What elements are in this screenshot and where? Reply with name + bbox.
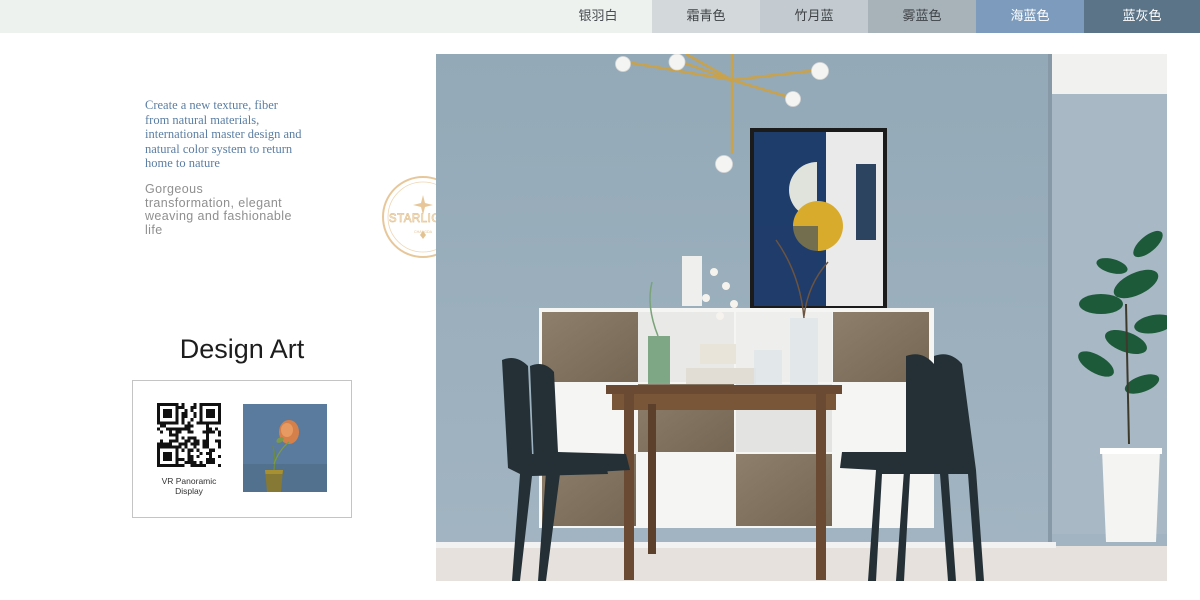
- tab-frost-green[interactable]: 霜青色: [652, 0, 760, 33]
- tab-mist-blue[interactable]: 雾蓝色: [868, 0, 976, 33]
- room-interior-image: [436, 54, 1167, 581]
- tab-blue-gray[interactable]: 蓝灰色: [1084, 0, 1200, 33]
- tab-bamboo-moon-blue[interactable]: 竹月蓝: [760, 0, 868, 33]
- color-tab-bar: 银羽白 霜青色 竹月蓝 雾蓝色 海蓝色 蓝灰色: [0, 0, 1200, 33]
- intro-serif-text: Create a new texture, fiber from natural…: [145, 98, 302, 171]
- tab-sea-blue[interactable]: 海蓝色: [976, 0, 1084, 33]
- vr-card[interactable]: VR Panoramic Display: [132, 380, 352, 518]
- vr-panoramic-caption: VR Panoramic Display: [161, 476, 217, 496]
- design-art-title: Design Art: [179, 334, 305, 364]
- tab-silver-feather-white[interactable]: 银羽白: [544, 0, 652, 33]
- flower-vase-thumbnail[interactable]: [243, 404, 327, 492]
- intro-sans-text: Gorgeous transformation, elegant weaving…: [145, 182, 292, 237]
- qr-code-image[interactable]: [157, 403, 221, 467]
